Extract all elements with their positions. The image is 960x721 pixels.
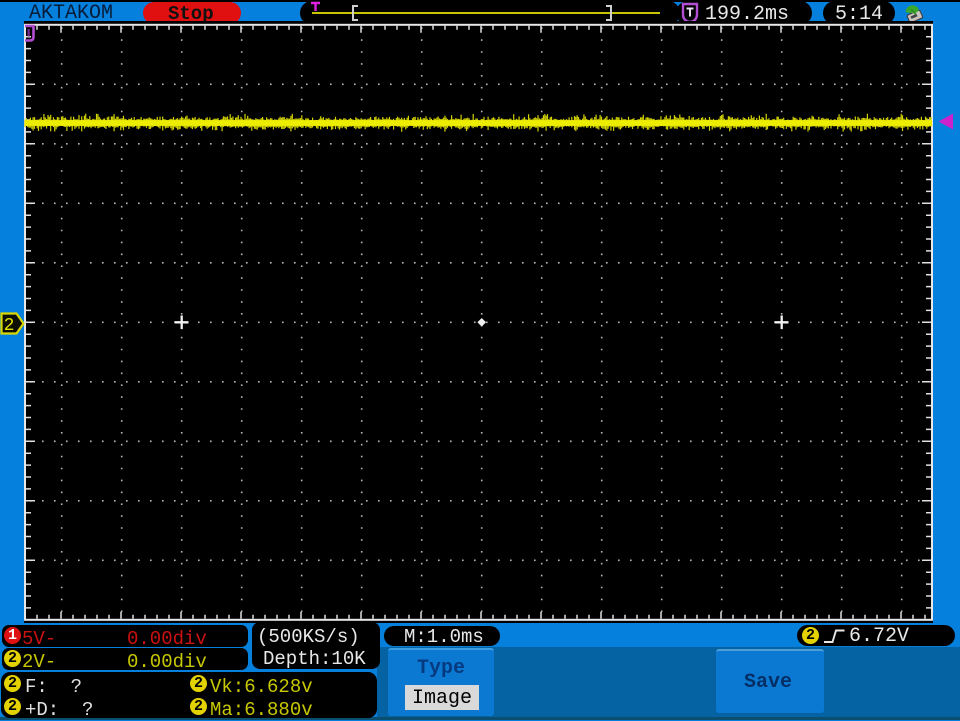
svg-text:2: 2 — [4, 316, 15, 336]
